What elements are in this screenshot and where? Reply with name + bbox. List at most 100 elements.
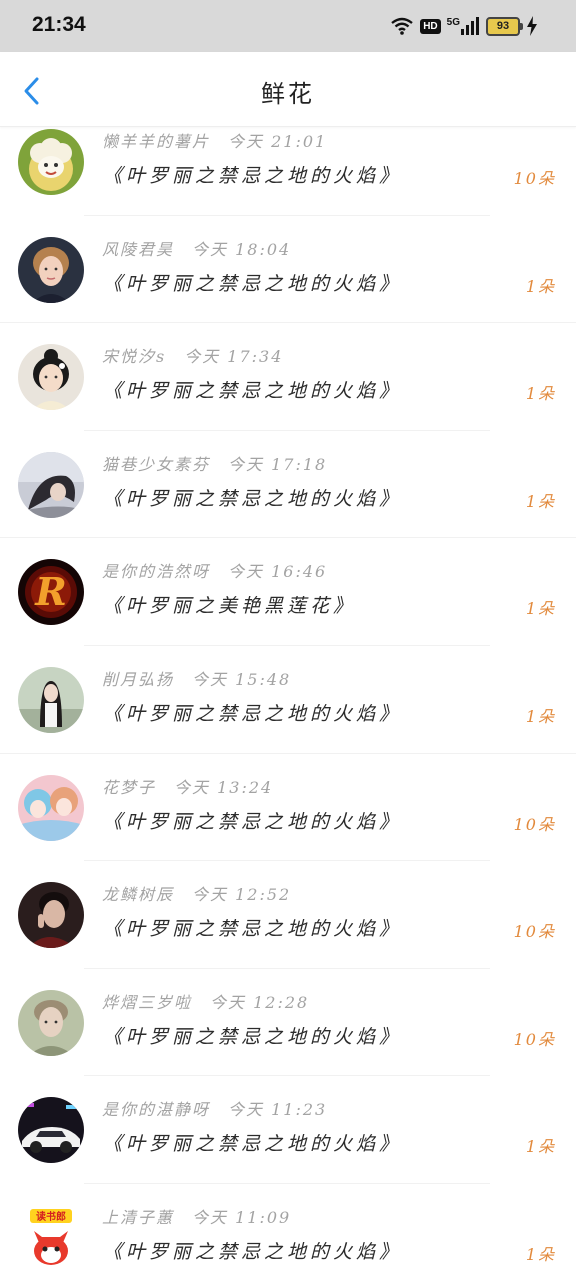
- status-time: 21:34: [32, 13, 86, 36]
- item-time: 今天 12:28: [210, 992, 310, 1012]
- book-title[interactable]: 《叶罗丽之禁忌之地的火焰》: [103, 1237, 402, 1264]
- item-time: 今天 15:48: [192, 669, 292, 689]
- item-meta: 风陵君昊 今天 18:04: [102, 236, 291, 260]
- flower-list-inner: 懒羊羊的薯片 今天 21:01 《叶罗丽之禁忌之地的火焰》 10朵 风陵君昊 今…: [0, 126, 576, 1280]
- list-item[interactable]: 烨熠三岁啦 今天 12:28 《叶罗丽之禁忌之地的火焰》 10朵: [0, 969, 576, 1077]
- list-item[interactable]: 宋悦汐s 今天 17:34 《叶罗丽之禁忌之地的火焰》 1朵: [0, 323, 576, 431]
- avatar[interactable]: [18, 236, 84, 303]
- user-name[interactable]: 是你的湛静呀: [102, 1100, 210, 1119]
- avatar[interactable]: [18, 1097, 84, 1164]
- svg-text:R: R: [34, 569, 67, 614]
- book-title[interactable]: 《叶罗丽之禁忌之地的火焰》: [103, 376, 402, 403]
- book-title[interactable]: 《叶罗丽之禁忌之地的火焰》: [103, 161, 402, 188]
- list-item[interactable]: 猫巷少女素芬 今天 17:18 《叶罗丽之禁忌之地的火焰》 1朵: [0, 431, 576, 539]
- book-title[interactable]: 《叶罗丽之禁忌之地的火焰》: [103, 807, 402, 834]
- header: 鲜花: [0, 52, 576, 127]
- user-name[interactable]: 是你的浩然呀: [102, 562, 210, 581]
- flower-count: 10朵: [513, 169, 556, 188]
- user-name[interactable]: 龙鳞树辰: [102, 885, 174, 904]
- avatar-badge-text: 读书郎: [36, 1210, 66, 1223]
- status-icons: HD 5G 93: [390, 14, 538, 38]
- list-item[interactable]: 风陵君昊 今天 18:04 《叶罗丽之禁忌之地的火焰》 1朵: [0, 216, 576, 324]
- item-time: 今天 18:04: [192, 239, 292, 259]
- list-item[interactable]: 读书郎 上清子蕙 今天 11:09 《叶罗丽之禁忌之地的火焰》 1朵: [0, 1184, 576, 1280]
- flower-count: 10朵: [513, 922, 556, 942]
- wifi-icon: [391, 17, 413, 35]
- user-photo-avatar: [18, 666, 84, 733]
- user-name[interactable]: 烨熠三岁啦: [102, 993, 192, 1012]
- item-time: 今天 13:24: [174, 777, 274, 797]
- flower-count: 1朵: [525, 276, 556, 296]
- battery-icon: 93: [486, 16, 523, 36]
- user-name[interactable]: 上清子蕙: [102, 1208, 174, 1227]
- list-item[interactable]: 懒羊羊的薯片 今天 21:01 《叶罗丽之禁忌之地的火焰》 10朵: [0, 126, 576, 216]
- user-name[interactable]: 削月弘扬: [102, 670, 174, 689]
- avatar[interactable]: [18, 451, 84, 518]
- avatar[interactable]: [18, 666, 84, 733]
- item-time: 今天 12:52: [192, 885, 292, 905]
- user-name[interactable]: 花梦子: [102, 778, 156, 797]
- list-item[interactable]: 龙鳞树辰 今天 12:52 《叶罗丽之禁忌之地的火焰》 10朵: [0, 861, 576, 969]
- avatar[interactable]: [18, 344, 84, 411]
- user-name[interactable]: 风陵君昊: [102, 240, 174, 259]
- fire-letter-avatar: R: [18, 559, 84, 626]
- user-photo-avatar: [18, 989, 84, 1056]
- item-time: 今天 17:18: [228, 454, 328, 474]
- flower-count: 10朵: [513, 1029, 556, 1049]
- cartoon-fox-avatar: 读书郎: [18, 1204, 84, 1271]
- list-item[interactable]: R 是你的浩然呀 今天 16:46 《叶罗丽之美艳黑莲花》 1朵: [0, 538, 576, 646]
- book-title[interactable]: 《叶罗丽之禁忌之地的火焰》: [103, 699, 402, 726]
- flower-count: 1朵: [525, 491, 556, 511]
- flower-count: 1朵: [525, 599, 556, 619]
- battery-level: 93: [496, 20, 510, 32]
- user-name[interactable]: 懒羊羊的薯片: [102, 132, 210, 151]
- flower-count: 1朵: [525, 1244, 556, 1264]
- flower-count: 10朵: [513, 814, 556, 834]
- avatar[interactable]: [18, 989, 84, 1056]
- item-meta: 花梦子 今天 13:24: [102, 774, 273, 798]
- item-meta: 宋悦汐s 今天 17:34: [102, 343, 283, 367]
- flower-list[interactable]: 懒羊羊的薯片 今天 21:01 《叶罗丽之禁忌之地的火焰》 10朵 风陵君昊 今…: [0, 126, 576, 1280]
- user-photo-avatar: [18, 451, 84, 518]
- book-title[interactable]: 《叶罗丽之禁忌之地的火焰》: [103, 1022, 402, 1049]
- list-item[interactable]: 是你的湛静呀 今天 11:23 《叶罗丽之禁忌之地的火焰》 1朵: [0, 1076, 576, 1184]
- book-title[interactable]: 《叶罗丽之禁忌之地的火焰》: [103, 914, 402, 941]
- user-name[interactable]: 猫巷少女素芬: [102, 455, 210, 474]
- item-meta: 龙鳞树辰 今天 12:52: [102, 881, 291, 905]
- item-meta: 上清子蕙 今天 11:09: [102, 1204, 291, 1228]
- book-title[interactable]: 《叶罗丽之禁忌之地的火焰》: [103, 484, 402, 511]
- network-type: 5G: [446, 16, 460, 28]
- avatar[interactable]: R: [18, 559, 84, 626]
- charging-icon: [527, 16, 537, 36]
- status-bar: 21:34 HD 5G 93: [0, 0, 576, 52]
- item-time: 今天 16:46: [228, 562, 328, 582]
- car-photo-avatar: [18, 1097, 84, 1164]
- hd-badge: HD: [420, 18, 441, 34]
- item-meta: 削月弘扬 今天 15:48: [102, 666, 291, 690]
- item-meta: 烨熠三岁啦 今天 12:28: [102, 989, 309, 1013]
- list-item[interactable]: 花梦子 今天 13:24 《叶罗丽之禁忌之地的火焰》 10朵: [0, 754, 576, 862]
- item-meta: 是你的湛静呀 今天 11:23: [102, 1096, 327, 1120]
- item-time: 今天 11:09: [192, 1207, 292, 1227]
- user-photo-avatar: [18, 236, 84, 303]
- cartoon-sheep-avatar: [18, 129, 84, 195]
- avatar[interactable]: [18, 882, 84, 949]
- flower-count: 1朵: [525, 706, 556, 726]
- list-item[interactable]: 削月弘扬 今天 15:48 《叶罗丽之禁忌之地的火焰》 1朵: [0, 646, 576, 754]
- item-time: 今天 17:34: [184, 347, 284, 367]
- item-meta: 是你的浩然呀 今天 16:46: [102, 558, 327, 582]
- user-photo-avatar: [18, 882, 84, 949]
- book-title[interactable]: 《叶罗丽之禁忌之地的火焰》: [103, 269, 402, 296]
- book-title[interactable]: 《叶罗丽之禁忌之地的火焰》: [103, 1129, 402, 1156]
- book-title[interactable]: 《叶罗丽之美艳黑莲花》: [103, 591, 356, 618]
- item-time: 今天 21:01: [228, 132, 328, 151]
- avatar[interactable]: [18, 129, 84, 195]
- item-meta: 猫巷少女素芬 今天 17:18: [102, 451, 327, 475]
- avatar[interactable]: [18, 774, 84, 841]
- signal-icon: [461, 17, 479, 35]
- page-title: 鲜花: [261, 80, 315, 108]
- avatar[interactable]: 读书郎: [18, 1204, 84, 1271]
- item-time: 今天 11:23: [228, 1100, 328, 1120]
- item-meta: 懒羊羊的薯片 今天 21:01: [102, 128, 327, 152]
- user-name[interactable]: 宋悦汐s: [102, 347, 166, 366]
